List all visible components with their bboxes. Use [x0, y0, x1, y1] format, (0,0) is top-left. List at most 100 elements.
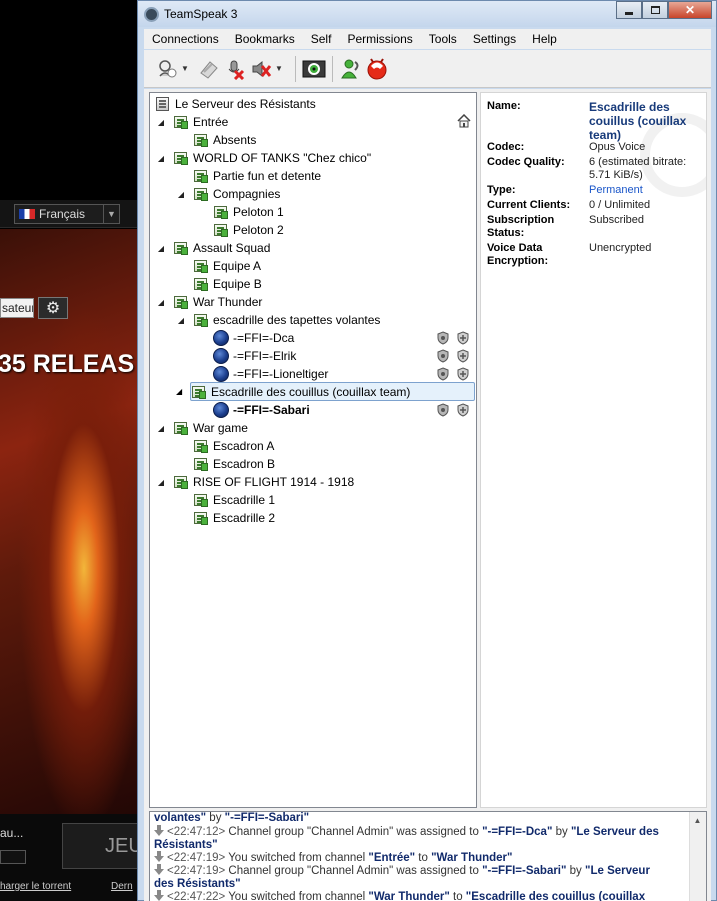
info-name-row: Name: Escadrille des couillus (couillax … — [487, 100, 701, 142]
channel-name: War game — [193, 421, 248, 435]
expand-arrow-icon[interactable]: ◢ — [176, 189, 186, 199]
arrow-down-icon — [154, 851, 164, 862]
expand-arrow-icon[interactable]: ◢ — [156, 477, 166, 487]
expand-arrow-icon[interactable]: ◢ — [176, 315, 186, 325]
channel-row[interactable]: Escadrille 1 — [193, 491, 275, 509]
channel-icon — [193, 456, 209, 472]
server-log-panel[interactable]: volantes" by "-=FFI=-Sabari" <22:47:12> … — [149, 811, 707, 901]
log-scrollbar[interactable]: ▲ — [689, 812, 706, 901]
log-user-name[interactable]: "-=FFI=-Dca" — [482, 826, 552, 838]
channel-name: Assault Squad — [193, 241, 271, 255]
channel-name: Partie fun et detente — [213, 169, 322, 183]
menu-self[interactable]: Self — [303, 32, 340, 46]
log-channel-name[interactable]: "Entrée" — [368, 852, 415, 864]
away-icon[interactable] — [301, 56, 327, 82]
channel-icon — [193, 312, 209, 328]
channel-row[interactable]: Absents — [193, 131, 256, 149]
last-link[interactable]: Dern — [111, 881, 133, 892]
channel-row[interactable]: ◢ Entrée — [156, 113, 228, 131]
channel-icon — [173, 240, 189, 256]
channel-row[interactable]: Equipe A — [193, 257, 261, 275]
channel-row[interactable]: Escadron B — [193, 455, 275, 473]
channel-row-selected[interactable]: Escadrille des couillus (couillax team) — [190, 382, 475, 401]
language-label: Français — [39, 207, 86, 221]
login-input[interactable] — [0, 850, 26, 864]
channel-row[interactable]: Escadron A — [193, 437, 274, 455]
channel-name: escadrille des tapettes volantes — [213, 313, 381, 327]
toolbar-separator — [332, 55, 333, 82]
gear-icon[interactable]: ⚙ — [38, 297, 68, 319]
maximize-button[interactable] — [642, 1, 668, 19]
menu-tools[interactable]: Tools — [421, 32, 465, 46]
menu-bar: Connections Bookmarks Self Permissions T… — [144, 29, 711, 49]
log-user-name[interactable]: "-=FFI=-Sabari" — [482, 865, 566, 877]
menu-connections[interactable]: Connections — [144, 32, 227, 46]
arrow-down-icon — [154, 864, 164, 875]
expand-arrow-icon[interactable]: ◢ — [156, 153, 166, 163]
info-value-link[interactable]: Permanent — [589, 184, 701, 197]
subscribe-icon[interactable] — [338, 56, 364, 82]
close-button[interactable]: ✕ — [668, 1, 712, 19]
client-name: -=FFI=-Elrik — [233, 349, 297, 363]
channel-row[interactable]: ◢ RISE OF FLIGHT 1914 - 1918 — [156, 473, 354, 491]
minimize-button[interactable] — [616, 1, 642, 19]
channel-icon — [191, 384, 207, 400]
channel-row[interactable]: ◢ War game — [156, 419, 248, 437]
channel-row[interactable]: Peloton 2 — [213, 221, 284, 239]
log-channel-name[interactable]: "Escadrille des couillus (couillax — [466, 891, 645, 901]
info-encryption-row: Voice Data Encryption: Unencrypted — [487, 242, 701, 268]
connect-dropdown-icon[interactable]: ▼ — [180, 64, 190, 73]
client-row[interactable]: -=FFI=-Lioneltiger — [213, 365, 328, 383]
menu-permissions[interactable]: Permissions — [339, 32, 420, 46]
server-row[interactable]: Le Serveur des Résistants — [155, 95, 316, 113]
channel-icon — [193, 276, 209, 292]
client-row[interactable]: -=FFI=-Elrik — [213, 347, 296, 365]
expand-arrow-icon[interactable]: ◢ — [156, 243, 166, 253]
language-select[interactable]: Français ▼ — [14, 204, 120, 224]
download-torrent-link[interactable]: harger le torrent — [0, 881, 71, 892]
log-user-name[interactable]: "-=FFI=-Sabari" — [225, 812, 309, 824]
channel-row[interactable]: ◢ escadrille des tapettes volantes — [176, 311, 380, 329]
menu-help[interactable]: Help — [524, 32, 565, 46]
default-channel-home-icon — [457, 114, 471, 128]
server-group-badge-icon — [436, 367, 450, 381]
channel-name: Peloton 1 — [233, 205, 284, 219]
log-text: You switched from channel — [225, 852, 369, 864]
client-name: -=FFI=-Sabari — [233, 403, 310, 417]
play-button[interactable]: JEU — [62, 823, 140, 869]
france-flag-icon — [19, 209, 35, 219]
expand-arrow-icon[interactable]: ◢ — [156, 297, 166, 307]
speakers-dropdown-icon[interactable]: ▼ — [274, 64, 284, 73]
channel-name: Compagnies — [213, 187, 281, 201]
connect-icon[interactable] — [154, 56, 180, 82]
disconnect-icon[interactable] — [196, 56, 222, 82]
log-channel-name[interactable]: "War Thunder" — [368, 891, 449, 901]
channel-row[interactable]: ◢ WORLD OF TANKS "Chez chico" — [156, 149, 371, 167]
info-label: Current Clients: — [487, 199, 571, 211]
channel-row[interactable]: Escadrille 2 — [193, 509, 275, 527]
client-status-icon — [213, 366, 229, 382]
client-row[interactable]: -=FFI=-Dca — [213, 329, 294, 347]
log-line: volantes" by "-=FFI=-Sabari" — [154, 812, 664, 825]
identity-icon[interactable] — [364, 56, 390, 82]
user-button[interactable]: sateur — [0, 298, 34, 318]
menu-settings[interactable]: Settings — [465, 32, 524, 46]
log-text: to — [415, 852, 432, 864]
expand-arrow-icon[interactable]: ◢ — [156, 117, 166, 127]
expand-arrow-icon[interactable]: ◢ — [176, 387, 182, 396]
channel-row[interactable]: Peloton 1 — [213, 203, 284, 221]
channel-row[interactable]: ◢ Assault Squad — [156, 239, 270, 257]
mute-microphone-icon[interactable] — [222, 56, 248, 82]
channel-row[interactable]: ◢ War Thunder — [156, 293, 262, 311]
channel-name: Peloton 2 — [233, 223, 284, 237]
channel-name: Escadron B — [213, 457, 276, 471]
channel-row[interactable]: Partie fun et detente — [193, 167, 321, 185]
channel-row[interactable]: ◢ Compagnies — [176, 185, 280, 203]
mute-speakers-icon[interactable] — [248, 56, 274, 82]
scroll-up-arrow-icon[interactable]: ▲ — [689, 812, 706, 829]
menu-bookmarks[interactable]: Bookmarks — [227, 32, 303, 46]
log-channel-name[interactable]: "War Thunder" — [431, 852, 512, 864]
channel-row[interactable]: Equipe B — [193, 275, 262, 293]
expand-arrow-icon[interactable]: ◢ — [156, 423, 166, 433]
client-row[interactable]: -=FFI=-Sabari — [213, 401, 310, 419]
